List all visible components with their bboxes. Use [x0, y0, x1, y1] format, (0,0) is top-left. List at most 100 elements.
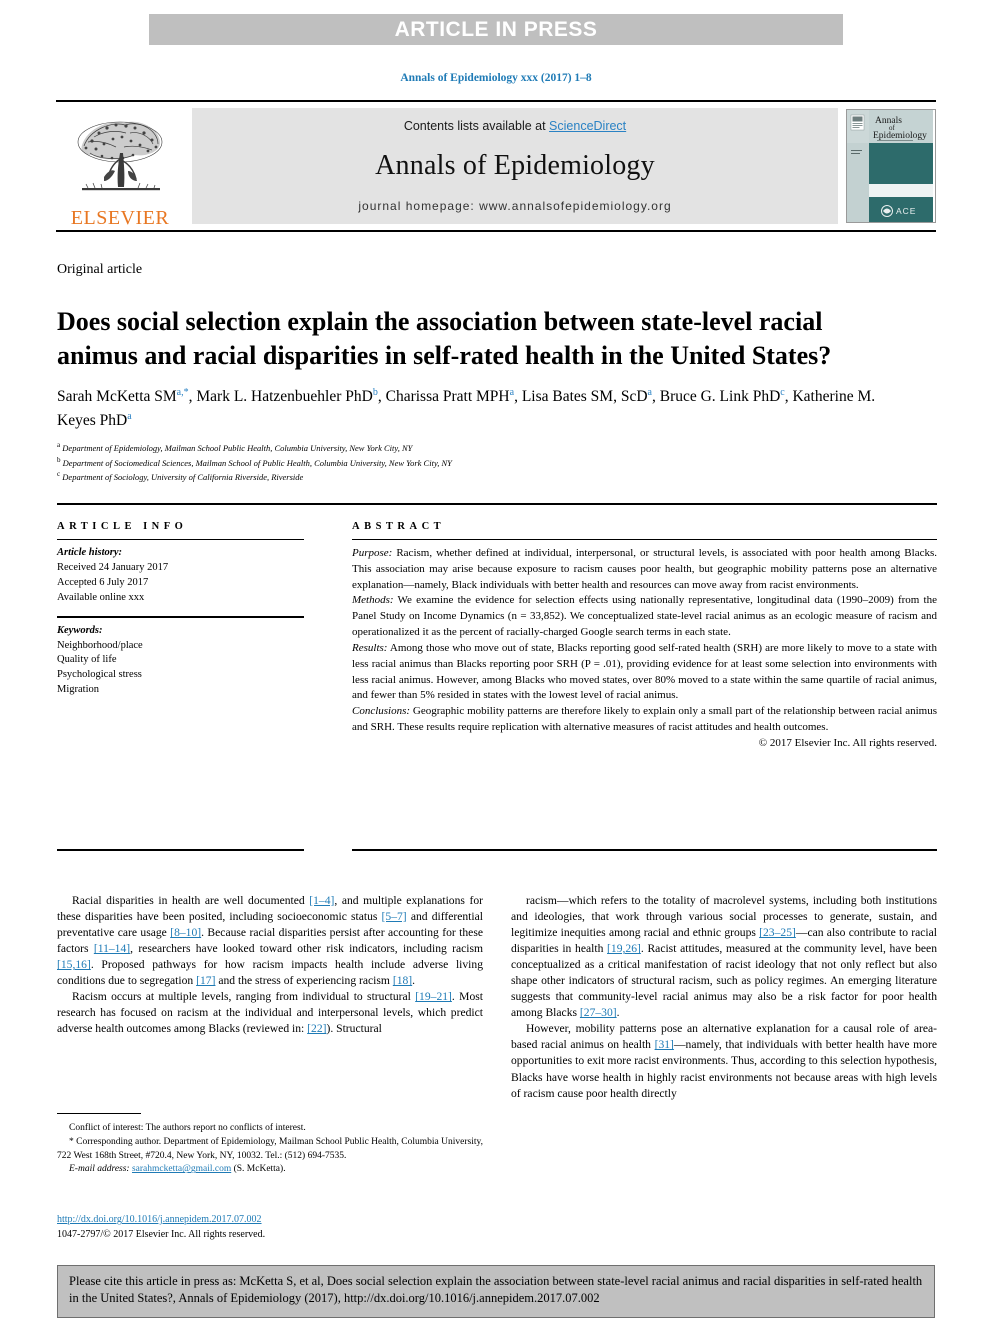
email-owner-suffix: (S. McKetta). [231, 1164, 286, 1175]
doi-link[interactable]: http://dx.doi.org/10.1016/j.annepidem.20… [57, 1214, 262, 1225]
abstract-conclusions: Conclusions: Geographic mobility pattern… [352, 704, 937, 736]
body-paragraph: racism—which refers to the totality of m… [511, 894, 937, 1020]
article-type-label: Original article [57, 262, 143, 277]
svg-text:Epidemiology: Epidemiology [873, 131, 927, 141]
citation-reference-link[interactable]: [8–10] [170, 926, 201, 939]
body-paragraph: Racial disparities in health are well do… [57, 894, 483, 988]
history-item: Accepted 6 July 2017 [57, 576, 149, 588]
author-affiliation-mark: b [372, 387, 378, 398]
sciencedirect-link[interactable]: ScienceDirect [549, 119, 626, 133]
footnote-conflict: Conflict of interest: The authors report… [69, 1123, 306, 1133]
citation-reference-link[interactable]: [17] [196, 974, 215, 987]
affiliation-item: c Department of Sociology, University of… [57, 470, 304, 483]
elsevier-wordmark: ELSEVIER [70, 207, 170, 229]
footnote-block: Conflict of interest: The authors report… [57, 1122, 483, 1177]
author-name[interactable]: Lisa Bates SM, ScD [522, 388, 648, 405]
journal-reference-line: Annals of Epidemiology xxx (2017) 1–8 [400, 72, 592, 84]
author-name[interactable]: Sarah McKetta SM [57, 388, 177, 405]
citation-reference-link[interactable]: [15,16] [57, 958, 91, 971]
abstract-heading: ABSTRACT [352, 521, 446, 532]
citation-reference-link[interactable]: [1–4] [309, 894, 334, 907]
doi-block: http://dx.doi.org/10.1016/j.annepidem.20… [57, 1213, 487, 1242]
abstract-methods: Methods: We examine the evidence for sel… [352, 593, 937, 640]
abstract-results: Results: Among those who move out of sta… [352, 641, 937, 704]
author-affiliation-mark: a,* [176, 387, 189, 398]
author-name[interactable]: Charissa Pratt MPH [386, 388, 510, 405]
affiliation-mark: c [57, 470, 61, 479]
article-info-divider [57, 539, 304, 540]
abstract-bottom-rule-right [352, 849, 937, 851]
issn-copyright-line: 1047-2797/© 2017 Elsevier Inc. All right… [57, 1228, 266, 1240]
abstract-copyright: © 2017 Elsevier Inc. All rights reserved… [758, 736, 937, 749]
citation-reference-link[interactable]: [5–7] [382, 910, 407, 923]
masthead-center-panel: Contents lists available at ScienceDirec… [192, 108, 838, 224]
footnote-email-line: E-mail address: sarahmcketta@gmail.com (… [57, 1163, 483, 1177]
abstract-purpose-text: Racism, whether defined at individual, i… [352, 547, 937, 591]
abstract-divider [352, 539, 937, 540]
keyword-item: Migration [57, 684, 99, 696]
elsevier-tree-icon [77, 121, 163, 191]
body-paragraph: Racism occurs at multiple levels, rangin… [57, 990, 483, 1036]
body-column-left: Racial disparities in health are well do… [57, 893, 483, 1037]
author-affiliation-mark: a [509, 387, 515, 398]
author-affiliation-mark: a [647, 387, 652, 398]
article-info-heading: ARTICLE INFO [57, 521, 188, 532]
citation-reference-link[interactable]: [19–21] [415, 990, 452, 1003]
abstract-purpose: Purpose: Racism, whether defined at indi… [352, 546, 937, 593]
journal-title: Annals of Epidemiology [375, 150, 655, 181]
body-column-right: racism—which refers to the totality of m… [511, 893, 937, 1102]
cite-this-article-text: Please cite this article in press as: Mc… [69, 1274, 923, 1306]
citation-reference-link[interactable]: [27–30] [580, 1006, 617, 1019]
abstract-conclusions-text: Geographic mobility patterns are therefo… [352, 705, 937, 734]
footnote-separator [57, 1113, 141, 1114]
author-list: Sarah McKetta SMa,*, Mark L. Hatzenbuehl… [57, 387, 876, 430]
citation-reference-link[interactable]: [19,26] [607, 942, 641, 955]
citation-reference-link[interactable]: [31] [655, 1038, 674, 1051]
article-in-press-label: ARTICLE IN PRESS [394, 17, 598, 41]
elsevier-logo: ELSEVIER [56, 102, 184, 230]
affiliation-list: a Department of Epidemiology, Mailman Sc… [57, 440, 917, 484]
author-name[interactable]: Bruce G. Link PhD [660, 388, 781, 405]
citation-reference-link[interactable]: [11–14] [94, 942, 130, 955]
affiliation-mark: a [57, 441, 61, 449]
journal-homepage-line[interactable]: journal homepage: www.annalsofepidemiolo… [358, 199, 671, 213]
email-address-label: E-mail address: [69, 1164, 130, 1175]
article-history-label: Article history: [57, 547, 123, 558]
abstract-results-label: Results: [352, 641, 388, 654]
keyword-item: Neighborhood/place [57, 639, 143, 651]
citation-reference-link[interactable]: [18] [393, 974, 412, 987]
abstract-purpose-label: Purpose: [352, 547, 393, 559]
keyword-item: Psychological stress [57, 669, 142, 681]
author-affiliation-mark: c [780, 387, 785, 398]
contents-lists-line: Contents lists available at ScienceDirec… [404, 119, 626, 133]
article-info-column: ARTICLE INFO Article history: Received 2… [57, 521, 304, 698]
abstract-methods-label: Methods: [352, 594, 394, 607]
affiliation-item: a Department of Epidemiology, Mailman Sc… [57, 441, 413, 453]
article-history-block: Article history: Received 24 January 201… [57, 546, 304, 606]
body-paragraph: However, mobility patterns pose an alter… [511, 1022, 937, 1100]
author-affiliation-mark: a [127, 411, 132, 423]
abstract-bottom-rule-left [57, 849, 304, 851]
history-item: Received 24 January 2017 [57, 561, 169, 573]
citation-reference-link[interactable]: [23–25] [759, 926, 796, 939]
affiliation-mark: b [57, 455, 61, 464]
history-item: Available online xxx [57, 591, 145, 603]
abstract-results-text: Among those who move out of state, Black… [352, 641, 937, 702]
keywords-label: Keywords: [57, 624, 103, 636]
footnote-corresponding-author: * Corresponding author. Department of Ep… [57, 1136, 483, 1161]
affiliation-item: b Department of Sociomedical Sciences, M… [57, 455, 452, 468]
journal-cover-thumbnail[interactable]: Annals of Epidemiology ACE [846, 109, 936, 223]
contents-lists-prefix: Contents lists available at [403, 119, 550, 133]
page-title: Does social selection explain the associ… [57, 307, 832, 371]
abstract-top-rule [57, 503, 937, 505]
citation-reference-link[interactable]: [22] [307, 1022, 326, 1035]
author-name[interactable]: Mark L. Hatzenbuehler PhD [196, 388, 372, 405]
journal-cover-image: Annals of Epidemiology ACE [847, 110, 933, 222]
author-email-link[interactable]: sarahmcketta@gmail.com [132, 1164, 231, 1174]
abstract-conclusions-label: Conclusions: [352, 705, 411, 718]
svg-text:ACE: ACE [896, 206, 916, 216]
abstract-methods-text: We examine the evidence for selection ef… [352, 594, 937, 639]
keywords-divider [57, 615, 304, 618]
article-in-press-banner: ARTICLE IN PRESS [149, 14, 843, 45]
cite-this-article-box: Please cite this article in press as: Mc… [57, 1265, 935, 1318]
